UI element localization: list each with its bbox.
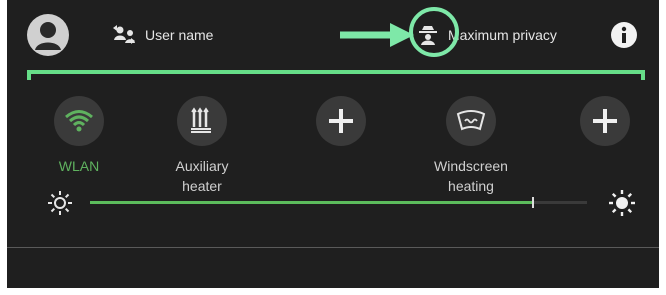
tile-label-line1: Windscreen <box>434 158 508 174</box>
plus-icon <box>593 109 617 133</box>
wlan-button[interactable] <box>54 96 104 146</box>
highlight-bracket <box>27 70 645 80</box>
tile-label: WLAN <box>24 156 134 176</box>
privacy-mode-button[interactable]: Maximum privacy <box>412 18 563 52</box>
user-avatar-icon[interactable] <box>27 14 69 56</box>
quick-settings-panel: User name Maximum privacy WLAN Auxiliary… <box>7 0 659 288</box>
brightness-track[interactable] <box>90 197 587 208</box>
add-tile-button[interactable] <box>316 96 366 146</box>
tile-auxiliary-heater[interactable]: Auxiliary heater <box>147 96 257 196</box>
switch-user-icon <box>113 25 135 44</box>
incognito-icon <box>419 26 437 45</box>
annotation-arrow-icon <box>340 23 414 47</box>
brightness-fill <box>90 201 533 204</box>
tile-add-2[interactable] <box>550 96 659 146</box>
privacy-label: Maximum privacy <box>448 27 557 43</box>
add-tile-button[interactable] <box>580 96 630 146</box>
tile-wlan[interactable]: WLAN <box>24 96 134 176</box>
tile-windscreen-heating[interactable]: Windscreen heating <box>416 96 526 196</box>
wifi-icon <box>65 110 93 132</box>
windscreen-heating-icon <box>456 110 486 131</box>
tile-label-line1: Auxiliary <box>175 158 229 174</box>
switch-user-button[interactable]: User name <box>111 22 213 48</box>
header-bar: User name Maximum privacy <box>7 0 659 70</box>
user-name-label: User name <box>145 27 214 43</box>
windscreen-heating-button[interactable] <box>446 96 496 146</box>
brightness-high-icon <box>609 190 635 216</box>
brightness-slider[interactable] <box>47 188 637 218</box>
tile-label-line1: WLAN <box>58 158 100 174</box>
info-icon[interactable] <box>610 21 638 49</box>
tile-add-1[interactable] <box>286 96 396 146</box>
auxiliary-heater-icon <box>191 107 211 133</box>
brightness-low-icon <box>48 191 72 215</box>
brightness-thumb[interactable] <box>532 197 535 208</box>
divider <box>7 247 659 248</box>
auxiliary-heater-button[interactable] <box>177 96 227 146</box>
plus-icon <box>329 109 353 133</box>
privacy-icon-wrap <box>412 19 444 51</box>
